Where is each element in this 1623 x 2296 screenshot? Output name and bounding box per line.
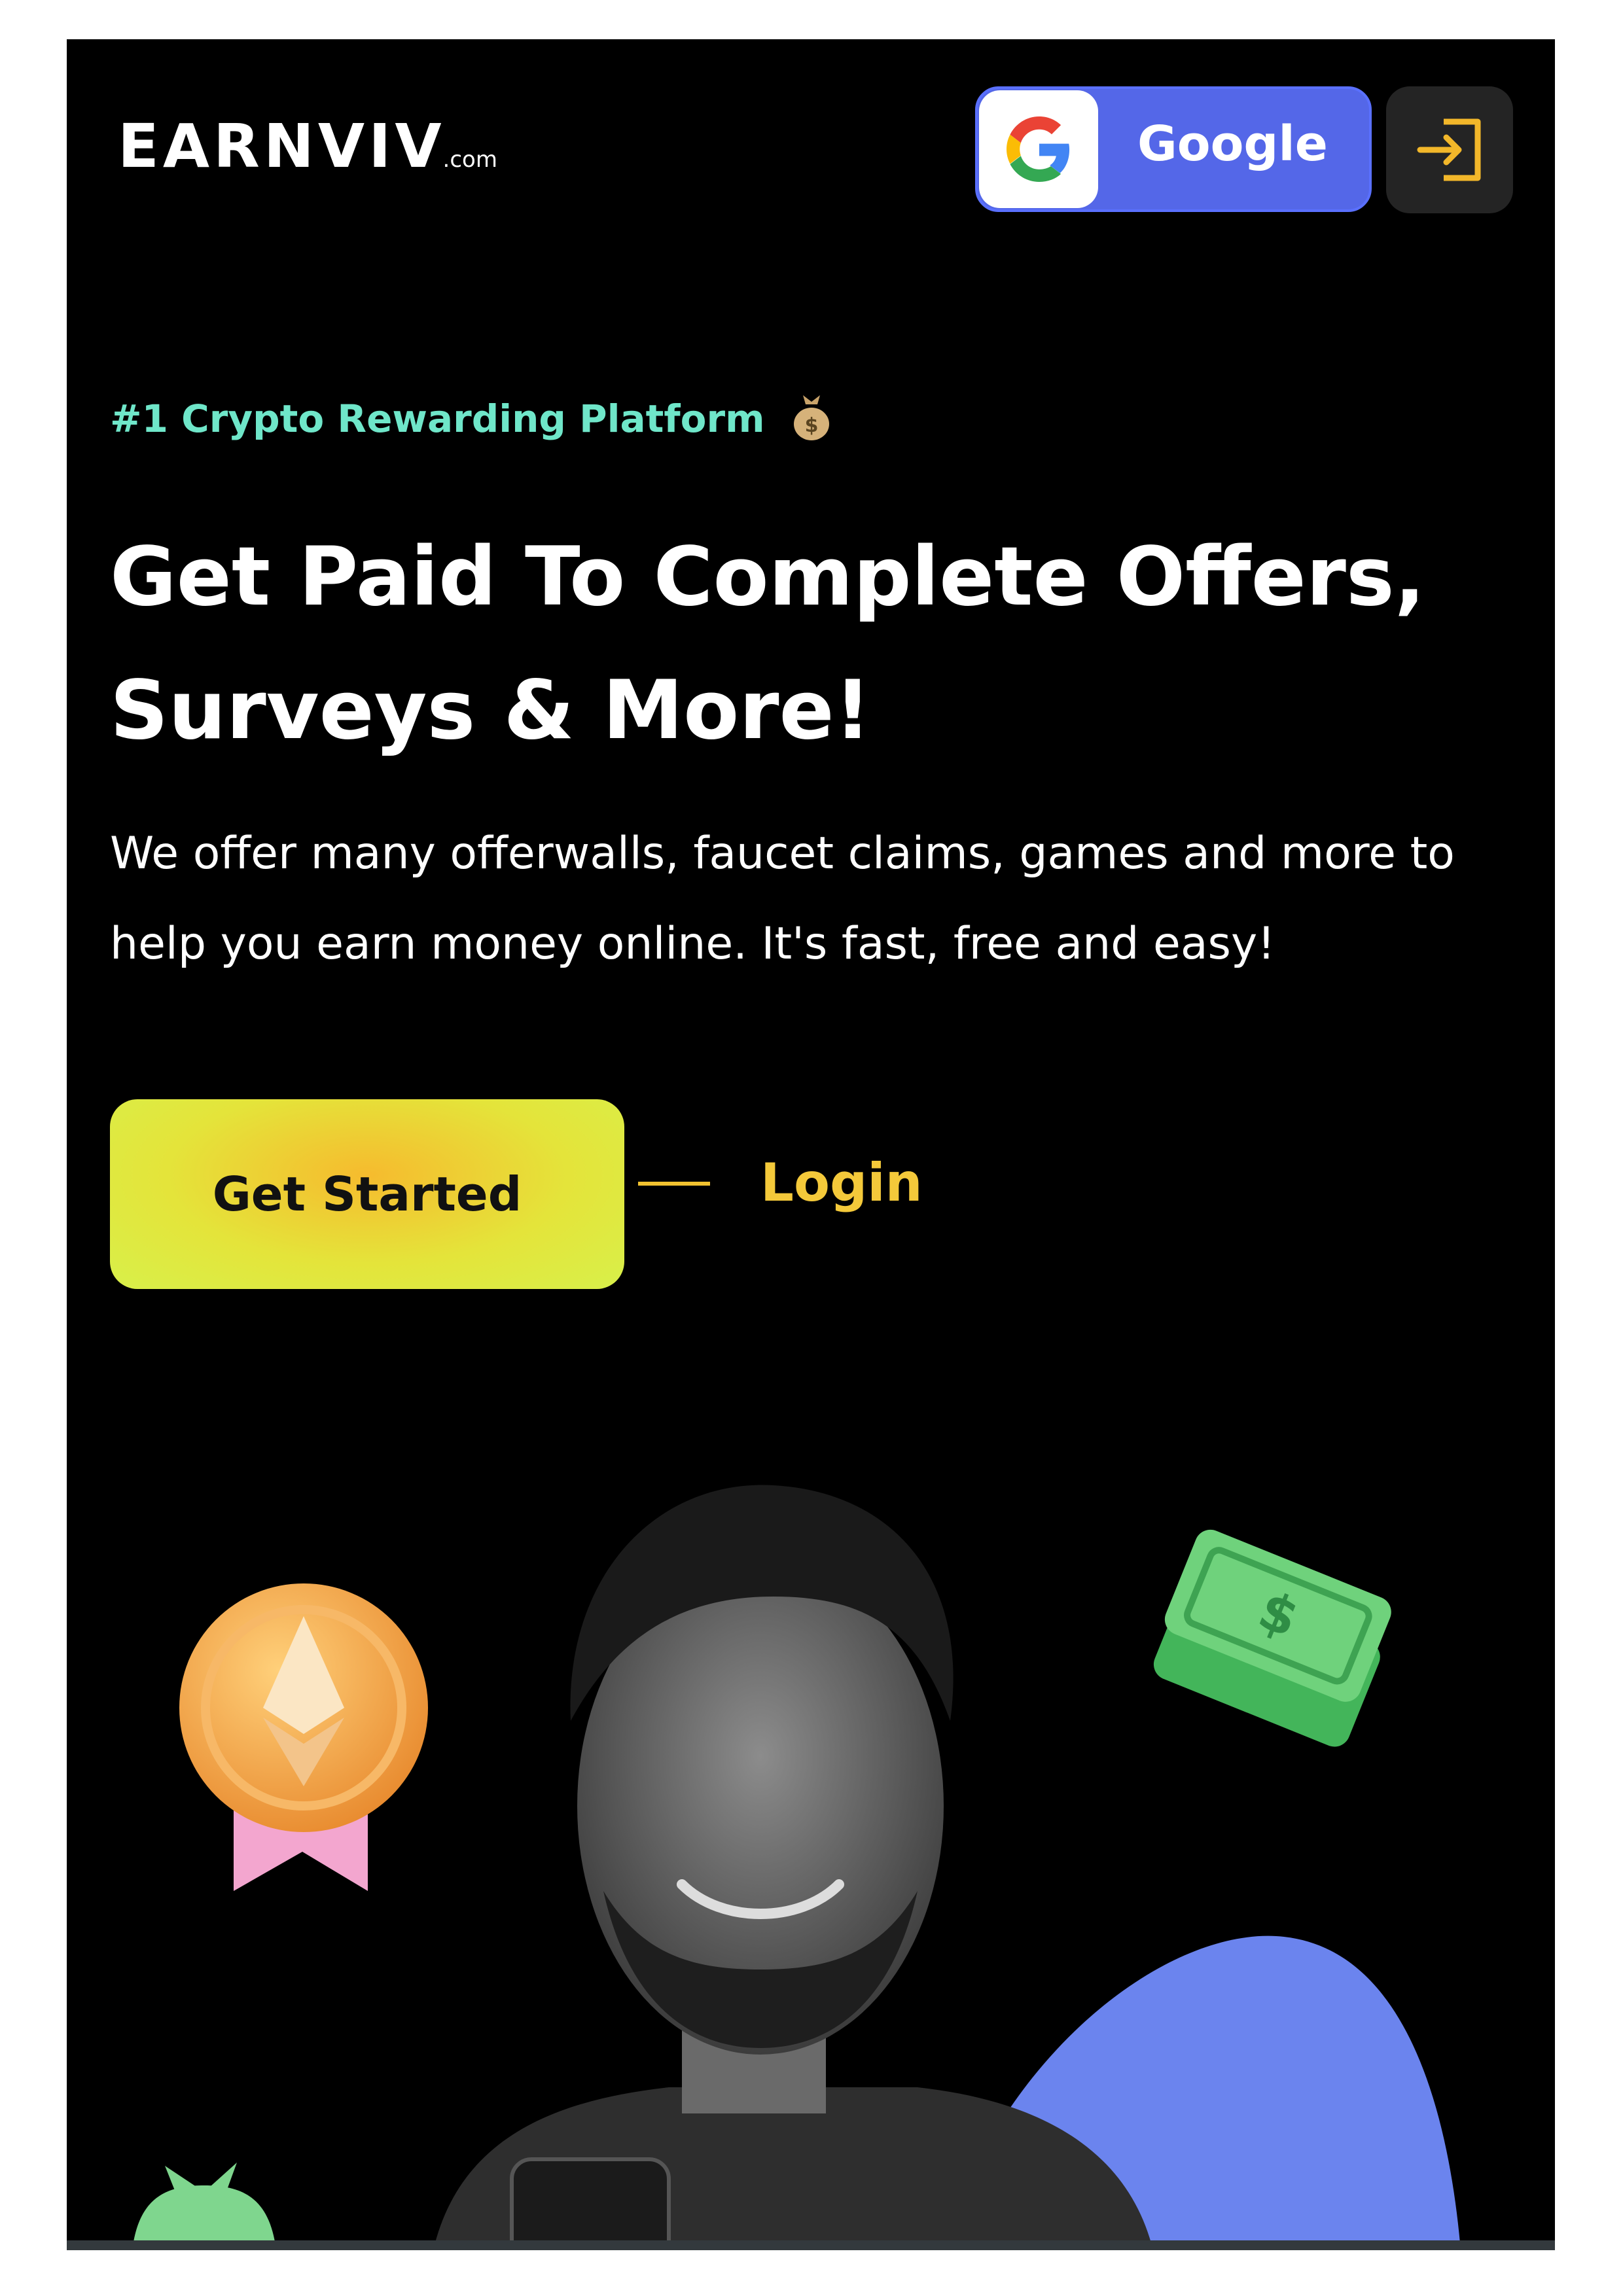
app-screen: EARNVIV.com Google #1 Crypto Rewarding P… [67,39,1555,2250]
logo-text: EARNVIV [118,111,446,181]
svg-text:$: $ [804,414,818,437]
ethereum-medal-icon [179,1583,428,1891]
google-icon [979,90,1098,208]
dollar-bills-icon: $ [1153,1529,1391,1747]
money-bag-icon: $ [791,391,832,451]
headline-line-2: Surveys & More! [110,663,872,758]
headline: Get Paid To Complete Offers, Surveys & M… [110,510,1524,777]
smiling-man-with-phone [433,1485,1153,2250]
sign-in-icon [1417,118,1481,181]
logo-suffix: .com [442,147,497,173]
site-logo[interactable]: EARNVIV.com [118,116,497,177]
google-button-label: Google [1137,116,1328,172]
tagline-text: #1 Crypto Rewarding Platform [110,396,765,441]
headline-line-1: Get Paid To Complete Offers, [110,530,1425,624]
login-icon-button[interactable] [1386,86,1513,213]
login-link[interactable]: Login [760,1152,923,1214]
hero-subtext: We offer many offerwalls, faucet claims,… [110,828,1455,970]
get-started-button[interactable]: Get Started [110,1099,624,1289]
hero-illustration: $ [132,1485,1461,2250]
google-signin-button[interactable]: Google [975,86,1372,212]
tagline: #1 Crypto Rewarding Platform $ [110,391,832,451]
bottom-edge [67,2240,1555,2250]
divider-dash [638,1182,710,1186]
money-bag-icon [132,2163,276,2250]
